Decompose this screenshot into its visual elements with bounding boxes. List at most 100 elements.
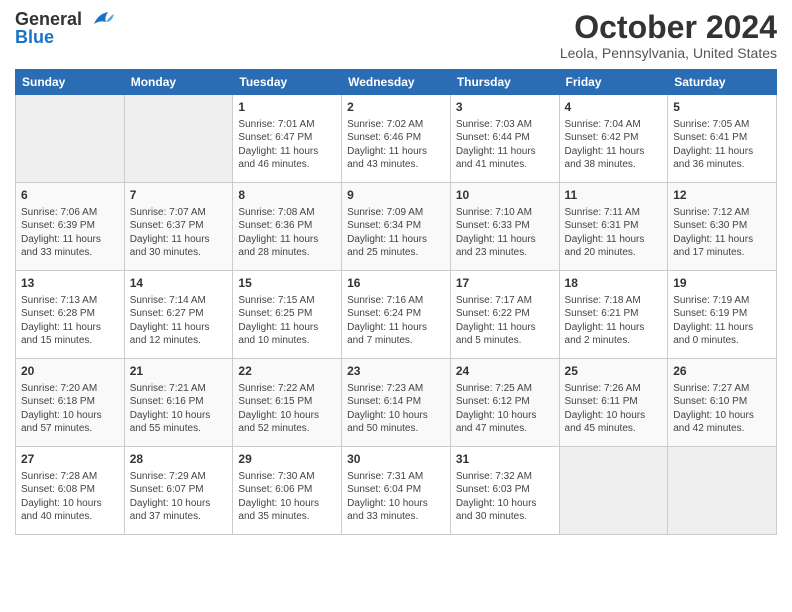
day-info: Sunrise: 7:29 AMSunset: 6:07 PMDaylight:… bbox=[130, 470, 228, 524]
calendar-week-row: 1Sunrise: 7:01 AMSunset: 6:47 PMDaylight… bbox=[16, 95, 777, 183]
calendar-cell: 11 Sunrise: 7:11 AMSunset: 6:31 PMDayligh… bbox=[559, 183, 668, 271]
calendar-day-header: Monday bbox=[124, 70, 233, 95]
calendar-cell: 25 Sunrise: 7:26 AMSunset: 6:11 PMDayligh… bbox=[559, 359, 668, 447]
day-number: 29 bbox=[238, 451, 336, 468]
logo-bird-icon bbox=[86, 6, 116, 36]
day-number: 19 bbox=[673, 275, 771, 292]
day-number: 4 bbox=[565, 99, 663, 116]
day-number: 9 bbox=[347, 187, 445, 204]
day-number: 25 bbox=[565, 363, 663, 380]
calendar-week-row: 6 Sunrise: 7:06 AMSunset: 6:39 PMDaylight… bbox=[16, 183, 777, 271]
calendar-cell: 5 Sunrise: 7:05 AMSunset: 6:41 PMDaylight… bbox=[668, 95, 777, 183]
day-info: Sunrise: 7:04 AMSunset: 6:42 PMDaylight:… bbox=[565, 118, 663, 172]
calendar-cell: 4 Sunrise: 7:04 AMSunset: 6:42 PMDaylight… bbox=[559, 95, 668, 183]
calendar-cell: 22 Sunrise: 7:22 AMSunset: 6:15 PMDayligh… bbox=[233, 359, 342, 447]
day-info: Sunrise: 7:11 AMSunset: 6:31 PMDaylight:… bbox=[565, 206, 663, 260]
day-number: 5 bbox=[673, 99, 771, 116]
calendar-cell: 2Sunrise: 7:02 AMSunset: 6:46 PMDaylight… bbox=[342, 95, 451, 183]
day-info: Sunrise: 7:01 AMSunset: 6:47 PMDaylight:… bbox=[238, 118, 336, 172]
calendar-cell: 12Sunrise: 7:12 AMSunset: 6:30 PMDayligh… bbox=[668, 183, 777, 271]
day-info: Sunrise: 7:13 AMSunset: 6:28 PMDaylight:… bbox=[21, 294, 119, 348]
day-number: 16 bbox=[347, 275, 445, 292]
calendar-day-header: Wednesday bbox=[342, 70, 451, 95]
calendar-body: 1Sunrise: 7:01 AMSunset: 6:47 PMDaylight… bbox=[16, 95, 777, 535]
day-info: Sunrise: 7:14 AMSunset: 6:27 PMDaylight:… bbox=[130, 294, 228, 348]
day-number: 28 bbox=[130, 451, 228, 468]
logo-general-text: General bbox=[15, 10, 82, 28]
month-title: October 2024 bbox=[560, 10, 777, 45]
day-info: Sunrise: 7:17 AMSunset: 6:22 PMDaylight:… bbox=[456, 294, 554, 348]
day-info: Sunrise: 7:12 AMSunset: 6:30 PMDaylight:… bbox=[673, 206, 771, 260]
day-number: 18 bbox=[565, 275, 663, 292]
day-info: Sunrise: 7:21 AMSunset: 6:16 PMDaylight:… bbox=[130, 382, 228, 436]
day-number: 10 bbox=[456, 187, 554, 204]
calendar-cell: 1Sunrise: 7:01 AMSunset: 6:47 PMDaylight… bbox=[233, 95, 342, 183]
calendar-cell bbox=[559, 447, 668, 535]
day-number: 24 bbox=[456, 363, 554, 380]
day-number: 7 bbox=[130, 187, 228, 204]
calendar-cell: 27 Sunrise: 7:28 AMSunset: 6:08 PMDayligh… bbox=[16, 447, 125, 535]
day-number: 6 bbox=[21, 187, 119, 204]
calendar-cell: 6 Sunrise: 7:06 AMSunset: 6:39 PMDaylight… bbox=[16, 183, 125, 271]
day-info: Sunrise: 7:10 AMSunset: 6:33 PMDaylight:… bbox=[456, 206, 554, 260]
day-info: Sunrise: 7:22 AMSunset: 6:15 PMDaylight:… bbox=[238, 382, 336, 436]
calendar-cell: 26Sunrise: 7:27 AMSunset: 6:10 PMDayligh… bbox=[668, 359, 777, 447]
day-info: Sunrise: 7:27 AMSunset: 6:10 PMDaylight:… bbox=[673, 382, 771, 436]
day-info: Sunrise: 7:28 AMSunset: 6:08 PMDaylight:… bbox=[21, 470, 119, 524]
calendar-cell: 21 Sunrise: 7:21 AMSunset: 6:16 PMDayligh… bbox=[124, 359, 233, 447]
day-number: 15 bbox=[238, 275, 336, 292]
calendar-cell: 9 Sunrise: 7:09 AMSunset: 6:34 PMDaylight… bbox=[342, 183, 451, 271]
calendar-cell: 29 Sunrise: 7:30 AMSunset: 6:06 PMDayligh… bbox=[233, 447, 342, 535]
day-info: Sunrise: 7:25 AMSunset: 6:12 PMDaylight:… bbox=[456, 382, 554, 436]
day-info: Sunrise: 7:06 AMSunset: 6:39 PMDaylight:… bbox=[21, 206, 119, 260]
calendar-day-header: Saturday bbox=[668, 70, 777, 95]
day-info: Sunrise: 7:02 AMSunset: 6:46 PMDaylight:… bbox=[347, 118, 445, 172]
day-number: 13 bbox=[21, 275, 119, 292]
day-number: 27 bbox=[21, 451, 119, 468]
location-text: Leola, Pennsylvania, United States bbox=[560, 45, 777, 61]
day-number: 21 bbox=[130, 363, 228, 380]
calendar-week-row: 27 Sunrise: 7:28 AMSunset: 6:08 PMDayligh… bbox=[16, 447, 777, 535]
day-info: Sunrise: 7:05 AMSunset: 6:41 PMDaylight:… bbox=[673, 118, 771, 172]
day-info: Sunrise: 7:30 AMSunset: 6:06 PMDaylight:… bbox=[238, 470, 336, 524]
day-number: 22 bbox=[238, 363, 336, 380]
day-info: Sunrise: 7:23 AMSunset: 6:14 PMDaylight:… bbox=[347, 382, 445, 436]
calendar-cell: 17Sunrise: 7:17 AMSunset: 6:22 PMDayligh… bbox=[450, 271, 559, 359]
day-number: 11 bbox=[565, 187, 663, 204]
day-info: Sunrise: 7:09 AMSunset: 6:34 PMDaylight:… bbox=[347, 206, 445, 260]
calendar-cell: 8 Sunrise: 7:08 AMSunset: 6:36 PMDaylight… bbox=[233, 183, 342, 271]
calendar-day-header: Friday bbox=[559, 70, 668, 95]
calendar-cell: 14 Sunrise: 7:14 AMSunset: 6:27 PMDayligh… bbox=[124, 271, 233, 359]
day-info: Sunrise: 7:08 AMSunset: 6:36 PMDaylight:… bbox=[238, 206, 336, 260]
calendar-cell: 3Sunrise: 7:03 AMSunset: 6:44 PMDaylight… bbox=[450, 95, 559, 183]
day-info: Sunrise: 7:07 AMSunset: 6:37 PMDaylight:… bbox=[130, 206, 228, 260]
title-area: October 2024 Leola, Pennsylvania, United… bbox=[560, 10, 777, 61]
day-info: Sunrise: 7:26 AMSunset: 6:11 PMDaylight:… bbox=[565, 382, 663, 436]
logo-blue-text: Blue bbox=[15, 28, 82, 46]
logo: General Blue bbox=[15, 10, 116, 46]
calendar-cell: 24 Sunrise: 7:25 AMSunset: 6:12 PMDayligh… bbox=[450, 359, 559, 447]
calendar-cell bbox=[668, 447, 777, 535]
day-info: Sunrise: 7:32 AMSunset: 6:03 PMDaylight:… bbox=[456, 470, 554, 524]
calendar-cell: 31 Sunrise: 7:32 AMSunset: 6:03 PMDayligh… bbox=[450, 447, 559, 535]
day-number: 31 bbox=[456, 451, 554, 468]
day-number: 30 bbox=[347, 451, 445, 468]
calendar-table: SundayMondayTuesdayWednesdayThursdayFrid… bbox=[15, 69, 777, 535]
day-info: Sunrise: 7:19 AMSunset: 6:19 PMDaylight:… bbox=[673, 294, 771, 348]
day-info: Sunrise: 7:20 AMSunset: 6:18 PMDaylight:… bbox=[21, 382, 119, 436]
calendar-day-header: Thursday bbox=[450, 70, 559, 95]
calendar-cell: 28 Sunrise: 7:29 AMSunset: 6:07 PMDayligh… bbox=[124, 447, 233, 535]
calendar-cell: 19 Sunrise: 7:19 AMSunset: 6:19 PMDayligh… bbox=[668, 271, 777, 359]
calendar-day-header: Sunday bbox=[16, 70, 125, 95]
calendar-cell: 7 Sunrise: 7:07 AMSunset: 6:37 PMDaylight… bbox=[124, 183, 233, 271]
day-number: 8 bbox=[238, 187, 336, 204]
calendar-cell: 18Sunrise: 7:18 AMSunset: 6:21 PMDayligh… bbox=[559, 271, 668, 359]
page-header: General Blue October 2024 Leola, Pennsyl… bbox=[15, 10, 777, 61]
day-info: Sunrise: 7:31 AMSunset: 6:04 PMDaylight:… bbox=[347, 470, 445, 524]
day-number: 14 bbox=[130, 275, 228, 292]
day-info: Sunrise: 7:16 AMSunset: 6:24 PMDaylight:… bbox=[347, 294, 445, 348]
calendar-week-row: 20Sunrise: 7:20 AMSunset: 6:18 PMDayligh… bbox=[16, 359, 777, 447]
day-number: 3 bbox=[456, 99, 554, 116]
calendar-day-header: Tuesday bbox=[233, 70, 342, 95]
day-number: 23 bbox=[347, 363, 445, 380]
